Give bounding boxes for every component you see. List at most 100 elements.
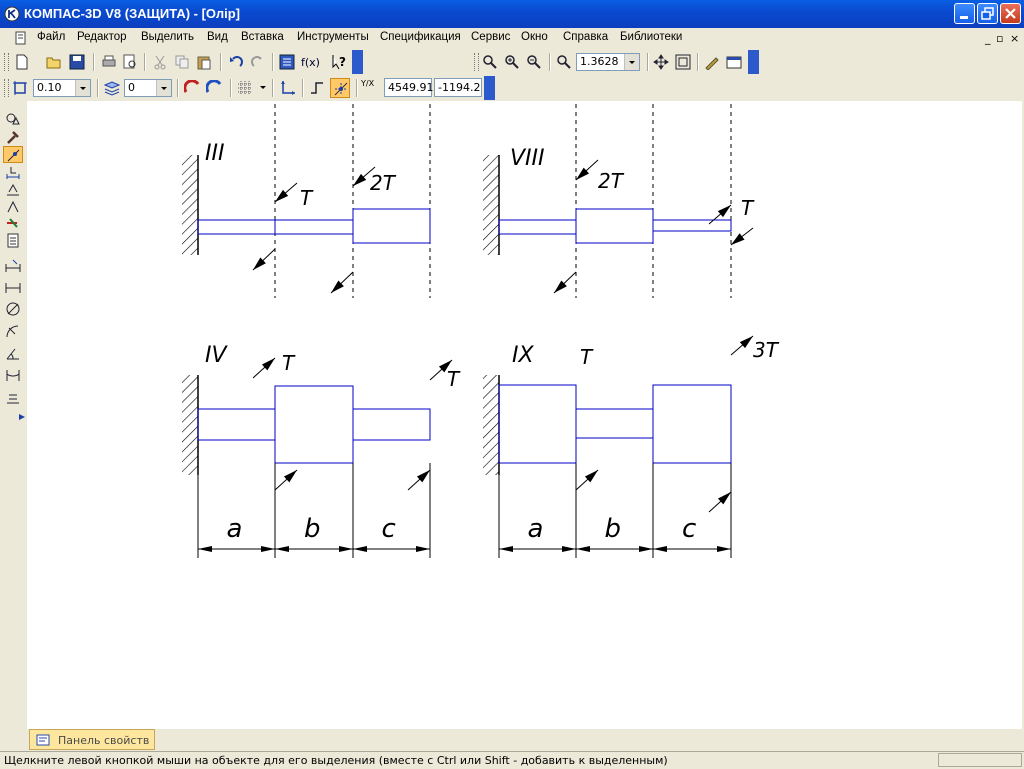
expand-icon[interactable]: [19, 414, 25, 420]
layer-combo[interactable]: 0: [124, 79, 172, 97]
zoom-window-button[interactable]: [554, 52, 574, 72]
toolbar-overflow-button[interactable]: [352, 50, 363, 74]
diameter-icon: [6, 302, 20, 316]
magnet-icon: [184, 80, 200, 93]
height-dimension-tool[interactable]: [3, 389, 23, 406]
zoom-combo[interactable]: 1.3628: [576, 53, 640, 71]
new-file-button[interactable]: [12, 52, 32, 72]
round-coords-button[interactable]: [330, 78, 350, 98]
print-button[interactable]: [99, 52, 119, 72]
menu-specification[interactable]: Спецификация: [380, 31, 461, 43]
save-button[interactable]: [67, 52, 87, 72]
menu-libraries[interactable]: Библиотеки: [620, 31, 682, 43]
menu-select[interactable]: Выделить: [141, 31, 194, 43]
help-button[interactable]: ?: [329, 52, 349, 72]
layers-button[interactable]: [102, 78, 122, 98]
svg-text:?: ?: [339, 55, 346, 69]
toolbar-grip[interactable]: [4, 53, 9, 71]
toolbar-grip[interactable]: [474, 53, 479, 71]
chevron-down-icon[interactable]: [75, 80, 90, 96]
drawing-canvas[interactable]: III T 2T VIII 2T T IV T T IX T 3T a b c a b c: [27, 101, 1022, 729]
shaft-segment: [498, 219, 577, 235]
menu-tools[interactable]: Инструменты: [297, 31, 369, 43]
variables-button[interactable]: [277, 52, 297, 72]
drawing-svg: III T 2T VIII 2T T IV T T IX T 3T a b c a b c: [182, 104, 780, 558]
zoom-value: 1.3628: [580, 55, 619, 68]
close-icon: [1005, 8, 1016, 19]
zoom-in-button[interactable]: [502, 52, 522, 72]
chain-dimension-tool[interactable]: [3, 279, 23, 296]
dimensions-icon: [6, 167, 20, 179]
dimensions-tool[interactable]: [3, 164, 23, 181]
zoom-button[interactable]: [480, 52, 500, 72]
wall-hatch: [182, 375, 198, 475]
edit-tool[interactable]: [3, 129, 23, 146]
pan-button[interactable]: [651, 52, 671, 72]
fit-button[interactable]: [673, 52, 693, 72]
parametrization-tool[interactable]: [3, 146, 23, 163]
properties-button[interactable]: [702, 52, 722, 72]
toolbar-overflow-button[interactable]: [484, 76, 495, 100]
mdi-restore-button[interactable]: ▫: [996, 32, 1003, 45]
minimize-button[interactable]: [954, 3, 975, 24]
chevron-down-icon[interactable]: [259, 82, 267, 95]
menu-insert[interactable]: Вставка: [241, 31, 284, 43]
menu-edit[interactable]: Редактор: [77, 31, 127, 43]
mdi-minimize-button[interactable]: _: [985, 32, 991, 45]
app-icon[interactable]: [4, 6, 20, 22]
snap-button[interactable]: [10, 78, 30, 98]
menu-service[interactable]: Сервис: [471, 31, 510, 43]
status-bar: Щелкните левой кнопкой мыши на объекте д…: [0, 751, 1024, 769]
paste-button[interactable]: [194, 52, 214, 72]
symbols-tool[interactable]: [3, 181, 23, 198]
ortho-button[interactable]: [307, 78, 327, 98]
coord-y-field[interactable]: -1194.2: [434, 78, 482, 97]
print-preview-button[interactable]: [120, 52, 140, 72]
coord-x-field[interactable]: 4549.91: [384, 78, 434, 97]
diameter-tool[interactable]: [3, 301, 23, 318]
print-icon: [102, 55, 116, 67]
grid-button[interactable]: [235, 78, 255, 98]
magnet-snap-button[interactable]: [182, 78, 202, 98]
window-title: КОМПАС-3D V8 (ЗАЩИТА) - [Олір]: [24, 6, 240, 21]
undo-button[interactable]: [226, 52, 246, 72]
select-icon: [7, 218, 18, 228]
angle-tool[interactable]: [3, 345, 23, 362]
menu-help[interactable]: Справка: [563, 31, 608, 43]
function-button[interactable]: f(x): [299, 52, 320, 72]
wall-hatch: [182, 155, 198, 255]
menu-file[interactable]: Файл: [37, 31, 65, 43]
mdi-close-button[interactable]: ×: [1010, 32, 1019, 45]
measure-tool[interactable]: [3, 198, 23, 215]
load-label: 2T: [598, 169, 625, 193]
chevron-down-icon[interactable]: [156, 80, 171, 96]
properties-panel-tab[interactable]: Панель свойств: [29, 729, 155, 750]
arc-dimension-tool[interactable]: [3, 367, 23, 384]
copy-icon: [175, 55, 189, 69]
layers-panel-button[interactable]: [724, 52, 744, 72]
chevron-down-icon[interactable]: [624, 54, 639, 70]
radius-tool[interactable]: [3, 323, 23, 340]
toolbar-grip[interactable]: [4, 79, 9, 97]
dimension-arrow: [353, 546, 367, 552]
spec-tool[interactable]: [3, 232, 23, 249]
close-button[interactable]: [1000, 3, 1021, 24]
menu-window[interactable]: Окно: [521, 31, 548, 43]
restore-button[interactable]: [977, 3, 998, 24]
dimension-label-c: c: [382, 514, 396, 544]
magnet-local-button[interactable]: [204, 78, 224, 98]
help-icon: ?: [332, 55, 346, 70]
toolbar-overflow-button[interactable]: [748, 50, 759, 74]
zoom-out-button[interactable]: [524, 52, 544, 72]
local-cs-button[interactable]: [278, 78, 298, 98]
geometry-tool[interactable]: [3, 111, 23, 128]
step-combo[interactable]: 0.10: [33, 79, 91, 97]
redo-button[interactable]: [248, 52, 268, 72]
copy-button[interactable]: [172, 52, 192, 72]
cut-button[interactable]: [150, 52, 170, 72]
document-icon[interactable]: [14, 31, 28, 45]
open-button[interactable]: [44, 52, 64, 72]
linear-dimension-tool[interactable]: [3, 257, 23, 274]
menu-view[interactable]: Вид: [207, 31, 228, 43]
select-tool[interactable]: [3, 215, 23, 232]
